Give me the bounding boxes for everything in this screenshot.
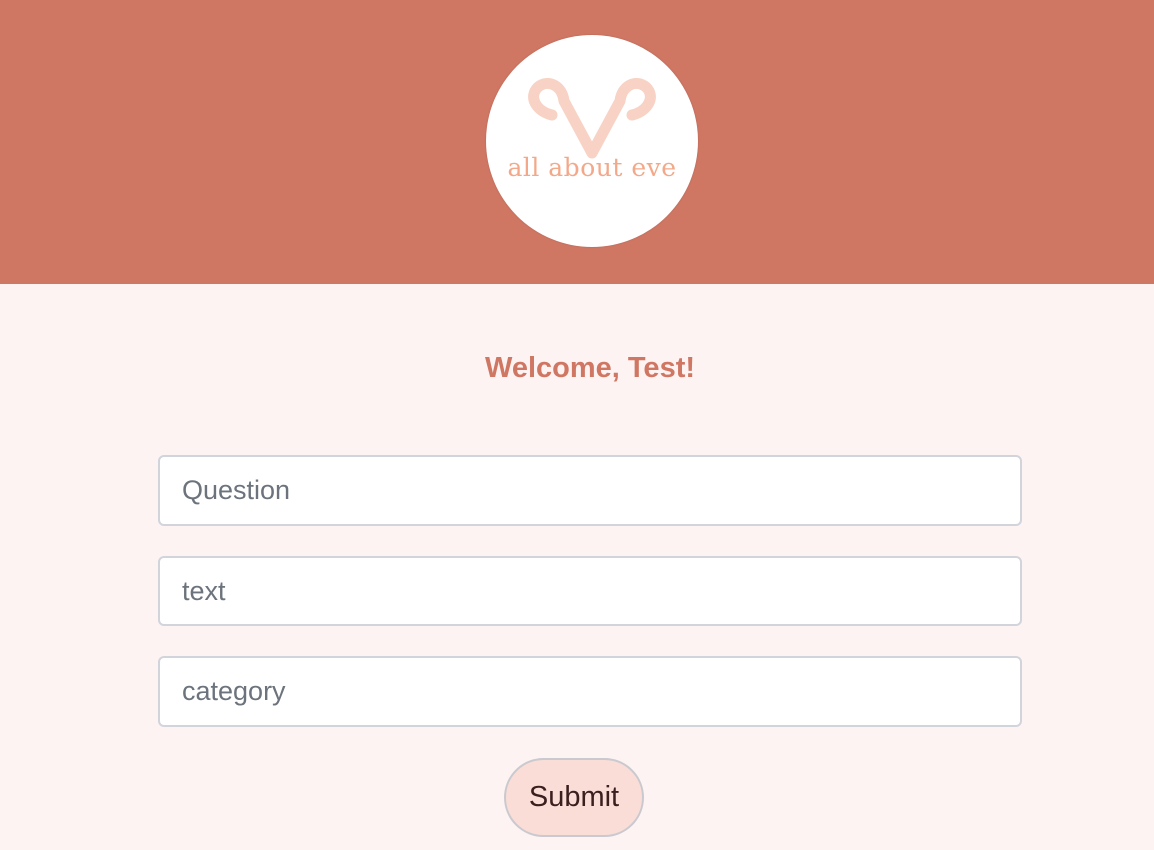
header-banner: all about eve [0,0,1154,284]
brand-name: all about eve [507,153,677,182]
brand-logo: all about eve [486,35,698,247]
category-input[interactable] [158,656,1022,727]
ram-horns-icon [528,78,656,159]
submit-button[interactable]: Submit [504,758,644,837]
question-input[interactable] [158,455,1022,526]
welcome-heading: Welcome, Test! [484,352,696,384]
text-input[interactable] [158,556,1022,626]
